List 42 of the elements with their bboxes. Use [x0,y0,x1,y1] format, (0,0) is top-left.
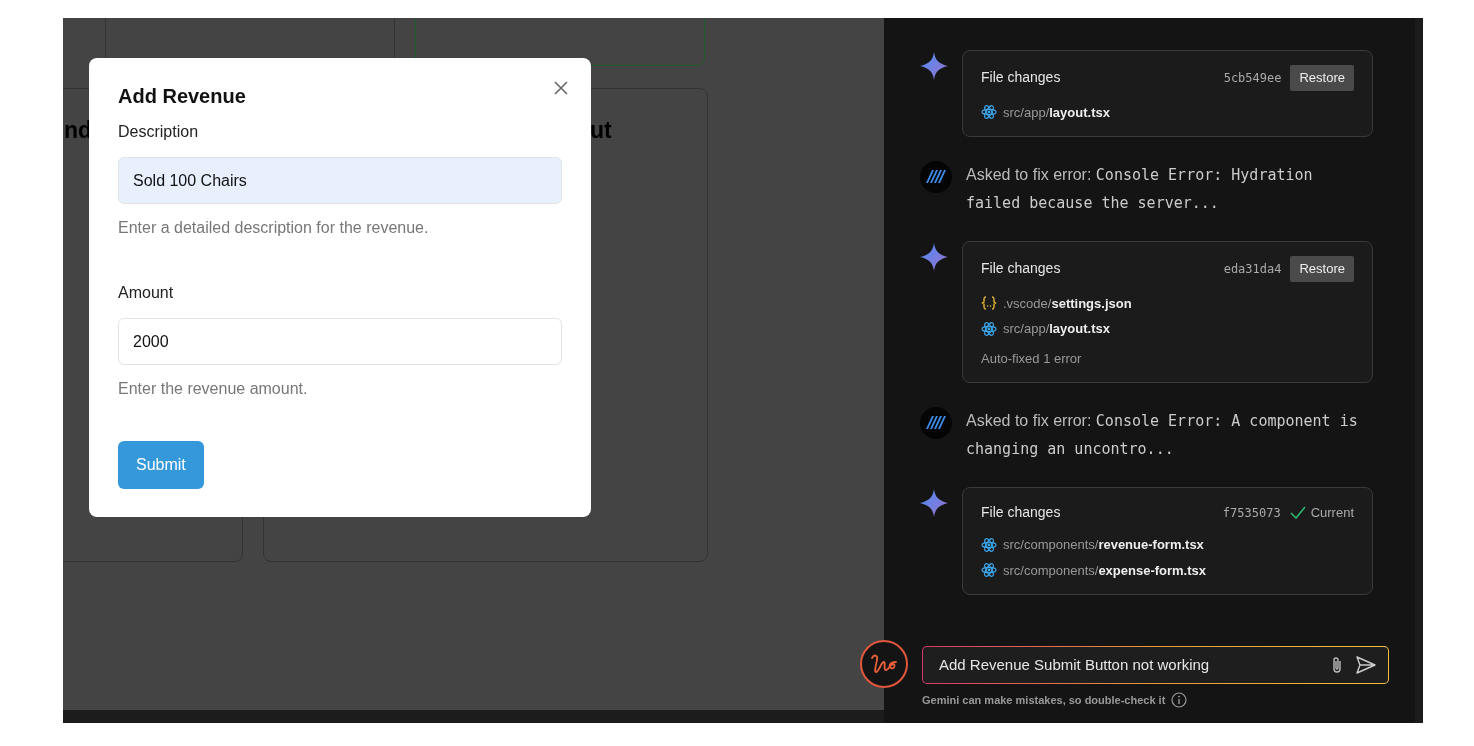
note-text: Auto-fixed 1 error [981,349,1083,368]
close-icon [554,81,568,95]
scribble-icon [870,652,898,676]
disclaimer-text: Gemini can make mistakes, so double-check it [922,693,1166,708]
sparkle-icon [920,489,948,517]
commit-hash: f7535073 [1222,504,1281,522]
modal-title: Add Revenue [118,84,247,108]
restore-button[interactable]: Restore [1290,65,1354,91]
send-icon[interactable] [1356,656,1376,674]
commit-hash: 5cb549ee [1223,69,1282,87]
atom-icon [981,562,997,579]
file-path[interactable]: src/app/layout.tsx [1003,319,1110,339]
file-path[interactable]: src/components/revenue-form.tsx [1003,535,1204,555]
file-path[interactable]: src/app/layout.tsx [1003,102,1110,122]
avatar-icon [920,161,952,193]
file-path[interactable]: .vscode/settings.json [1003,293,1132,313]
braces-icon [981,295,997,312]
restore-button[interactable]: Restore [1290,256,1354,282]
sparkle-icon [920,243,948,271]
input-field[interactable]: 2000 [118,318,562,365]
chat-message: Asked to fix error: Console Error: Hydration failed because the server... [966,165,1314,214]
card-title: File changes [981,503,1061,522]
avatar-icon [920,407,952,439]
paperclip-icon[interactable] [1330,656,1344,674]
input-field[interactable]: Sold 100 Chairs [118,157,562,204]
info-icon[interactable] [1171,692,1188,709]
sparkle-icon [920,52,948,80]
commit-hash: eda31da4 [1223,260,1282,278]
help-text: Enter a detailed description for the revenue. [118,218,430,238]
field-label: Amount [118,283,175,303]
atom-icon [981,320,997,337]
card-title: File changes [981,68,1061,88]
help-text: Enter the revenue amount. [118,379,309,399]
status-label: Current [1310,503,1354,522]
field-label: Description [118,122,200,142]
file-path[interactable]: src/components/expense-form.tsx [1003,560,1207,580]
atom-icon [981,536,997,553]
chat-message: Asked to fix error: Console Error: A component is changing an uncontro... [966,411,1359,460]
atom-icon [981,104,997,121]
panel-title: ut [590,117,612,145]
card-title: File changes [981,259,1061,279]
chat-input-box[interactable]: Add Revenue Submit Button not working [923,647,1388,683]
